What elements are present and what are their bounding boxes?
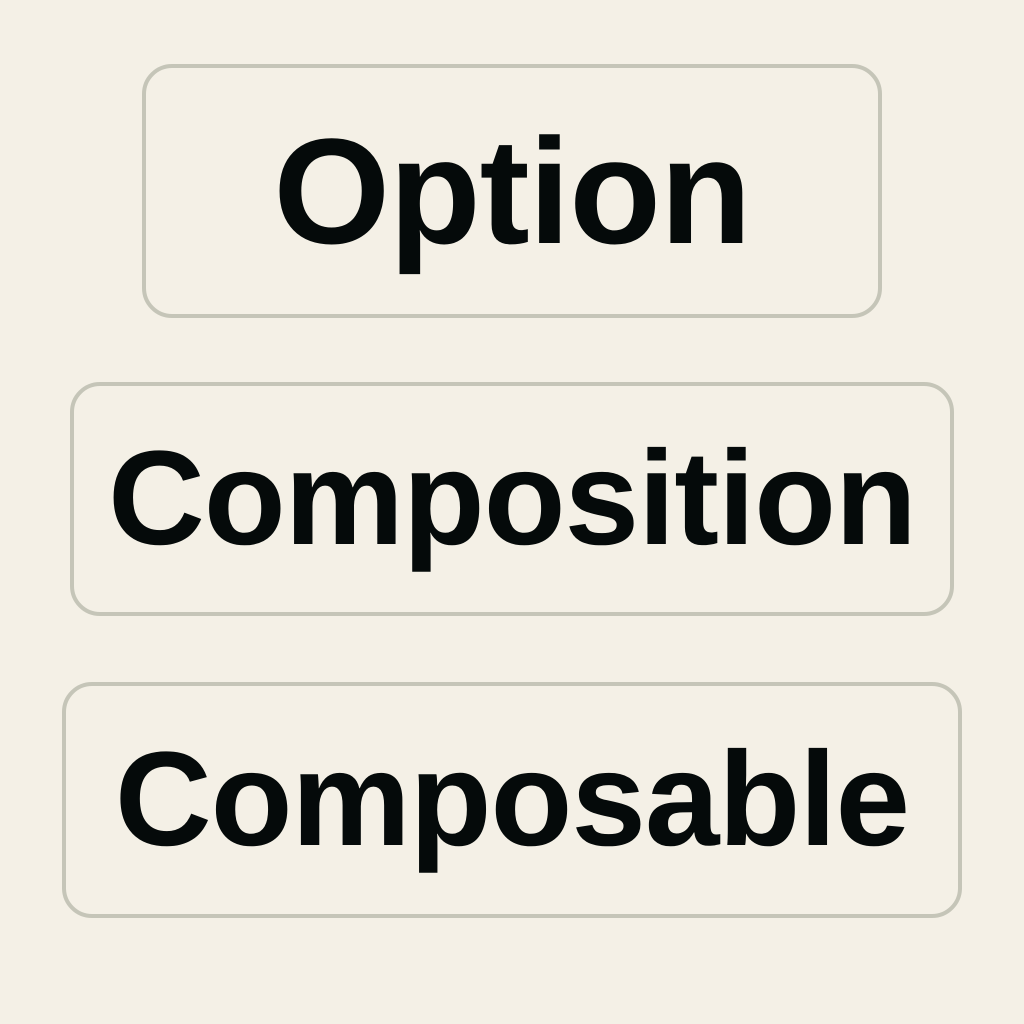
- composition-button[interactable]: Composition: [70, 382, 954, 616]
- composition-button-label: Composition: [108, 424, 917, 573]
- option-button-label: Option: [273, 107, 751, 275]
- option-button[interactable]: Option: [142, 64, 882, 318]
- composable-button[interactable]: Composable: [62, 682, 962, 918]
- composable-button-label: Composable: [114, 725, 910, 874]
